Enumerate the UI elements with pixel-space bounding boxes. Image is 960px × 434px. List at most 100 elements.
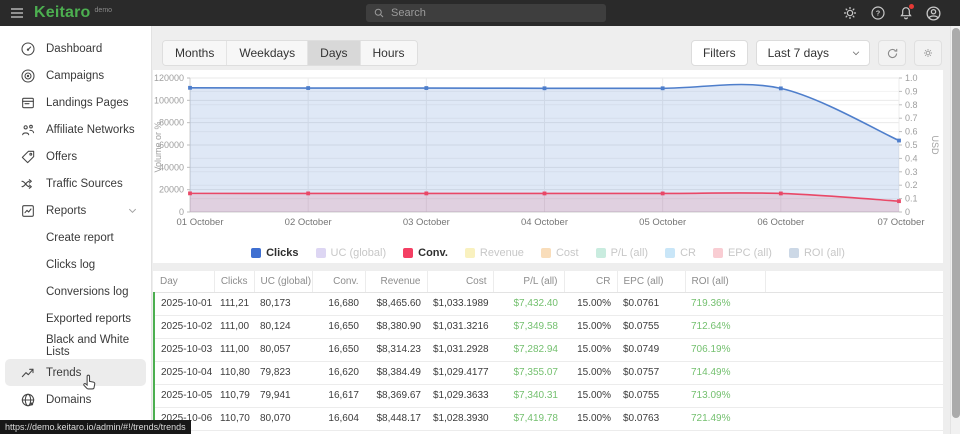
- table-cell: $1,031.2928: [427, 338, 493, 361]
- sidebar-item-offers[interactable]: Offers: [5, 143, 146, 170]
- search-placeholder: Search: [391, 7, 426, 19]
- table-cell: 2025-10-03: [154, 338, 214, 361]
- svg-text:0: 0: [905, 207, 910, 217]
- svg-text:?: ?: [875, 9, 880, 18]
- legend-item-clicks[interactable]: Clicks: [251, 247, 298, 259]
- column-header-clicks[interactable]: Clicks: [214, 271, 254, 292]
- sidebar: DashboardCampaignsLandings PagesAffiliat…: [0, 26, 152, 434]
- vertical-scrollbar: [950, 26, 960, 434]
- scrollbar-thumb[interactable]: [952, 28, 960, 418]
- table-cell: 2025-10-01: [154, 292, 214, 315]
- app-logo[interactable]: Keitaro: [34, 4, 91, 22]
- table-cell: $8,465.60: [365, 292, 427, 315]
- svg-text:0.6: 0.6: [905, 127, 918, 137]
- settings-gear-icon[interactable]: [841, 5, 858, 22]
- column-header-day[interactable]: Day: [154, 271, 214, 292]
- table-cell: 716.82%: [685, 430, 765, 434]
- dashboard-gauge-icon: [19, 40, 36, 57]
- legend-item-revenue[interactable]: Revenue: [465, 247, 524, 259]
- table-cell: 80,124: [254, 315, 312, 338]
- help-icon[interactable]: ?: [869, 5, 886, 22]
- sidebar-item-exported-reports[interactable]: Exported reports: [5, 305, 146, 332]
- legend-item-epc-all-[interactable]: EPC (all): [713, 247, 772, 259]
- table-cell: $7,419.78: [493, 407, 564, 430]
- svg-text:0.1: 0.1: [905, 194, 918, 204]
- account-icon[interactable]: [925, 5, 942, 22]
- svg-text:0.3: 0.3: [905, 167, 918, 177]
- sidebar-item-campaigns[interactable]: Campaigns: [5, 62, 146, 89]
- filters-button[interactable]: Filters: [691, 40, 748, 66]
- refresh-button[interactable]: [878, 40, 906, 66]
- table-cell: $0.0761: [617, 292, 685, 315]
- tab-weekdays[interactable]: Weekdays: [227, 41, 308, 65]
- legend-label: ROI (all): [804, 247, 845, 259]
- menu-icon[interactable]: [4, 0, 30, 26]
- sidebar-item-reports[interactable]: Reports: [5, 197, 146, 224]
- sidebar-item-traffic-sources[interactable]: Traffic Sources: [5, 170, 146, 197]
- status-url-tooltip: https://demo.keitaro.io/admin/#!/trends/…: [0, 420, 191, 434]
- domains-globe-icon: [19, 391, 36, 408]
- sidebar-item-black-and-white-lists[interactable]: Black and White Lists: [5, 332, 146, 359]
- trends-chart-card: 02000040000600008000010000012000000.10.2…: [153, 70, 943, 263]
- date-range-select[interactable]: Last 7 days: [756, 40, 870, 66]
- table-cell: 15.00%: [564, 384, 617, 407]
- tab-days[interactable]: Days: [308, 41, 360, 65]
- sidebar-item-landings-pages[interactable]: Landings Pages: [5, 89, 146, 116]
- sidebar-item-domains[interactable]: Domains: [5, 386, 146, 413]
- y-axis-label-right: USD: [930, 132, 940, 158]
- sidebar-item-label: Clicks log: [46, 259, 95, 271]
- table-header-row: DayClicksUC (global)Conv.RevenueCostP/L …: [154, 271, 943, 292]
- notifications-bell-icon[interactable]: [897, 5, 914, 22]
- sidebar-item-dashboard[interactable]: Dashboard: [5, 35, 146, 62]
- tab-months[interactable]: Months: [163, 41, 227, 65]
- legend-item-uc-global-[interactable]: UC (global): [316, 247, 387, 259]
- legend-item-cost[interactable]: Cost: [541, 247, 579, 259]
- topbar: Keitaro demo Search ?: [0, 0, 960, 26]
- sidebar-item-affiliate-networks[interactable]: Affiliate Networks: [5, 116, 146, 143]
- sidebar-item-conversions-log[interactable]: Conversions log: [5, 278, 146, 305]
- legend-item-p-l-all-[interactable]: P/L (all): [596, 247, 649, 259]
- table-cell: 80,173: [254, 292, 312, 315]
- table-cell: $1,031.3216: [427, 315, 493, 338]
- svg-text:05 October: 05 October: [639, 217, 686, 228]
- legend-label: Conv.: [418, 247, 448, 259]
- table-cell: 721.49%: [685, 407, 765, 430]
- sidebar-item-clicks-log[interactable]: Clicks log: [5, 251, 146, 278]
- legend-item-roi-all-[interactable]: ROI (all): [789, 247, 845, 259]
- table-cell: 15.00%: [564, 338, 617, 361]
- table-cell: $1,029.3633: [427, 384, 493, 407]
- trends-chart: 02000040000600008000010000012000000.10.2…: [153, 70, 943, 230]
- sidebar-item-label: Black and White Lists: [46, 334, 138, 358]
- search-input[interactable]: Search: [366, 4, 606, 22]
- legend-swatch: [316, 248, 326, 258]
- table-row: 2025-10-05110,7979,94116,617$8,369.67$1,…: [154, 384, 943, 407]
- column-header-conv-[interactable]: Conv.: [312, 271, 365, 292]
- table-cell: 111,21: [214, 292, 254, 315]
- table-cell: 16,680: [312, 292, 365, 315]
- legend-swatch: [403, 248, 413, 258]
- table-cell: 15.00%: [564, 292, 617, 315]
- topbar-actions: ?: [841, 0, 942, 26]
- column-header-roi-all-[interactable]: ROI (all): [685, 271, 765, 292]
- column-header-cr[interactable]: CR: [564, 271, 617, 292]
- column-header-revenue[interactable]: Revenue: [365, 271, 427, 292]
- column-header-p-l-all-[interactable]: P/L (all): [493, 271, 564, 292]
- sidebar-item-trends[interactable]: Trends: [5, 359, 146, 386]
- sidebar-item-create-report[interactable]: Create report: [5, 224, 146, 251]
- svg-text:0.9: 0.9: [905, 86, 918, 96]
- table-cell: 80,070: [254, 407, 312, 430]
- svg-text:0.7: 0.7: [905, 113, 918, 123]
- tab-hours[interactable]: Hours: [361, 41, 417, 65]
- legend-item-cr[interactable]: CR: [665, 247, 696, 259]
- legend-swatch: [465, 248, 475, 258]
- table-cell: 110,79: [214, 384, 254, 407]
- table-cell: 9,607: [312, 430, 365, 434]
- table-cell: $4,842.55: [365, 430, 427, 434]
- legend-swatch: [713, 248, 723, 258]
- column-header-epc-all-[interactable]: EPC (all): [617, 271, 685, 292]
- chart-settings-button[interactable]: [914, 40, 942, 66]
- legend-item-conv-[interactable]: Conv.: [403, 247, 448, 259]
- column-header-cost[interactable]: Cost: [427, 271, 493, 292]
- column-header-uc-global-[interactable]: UC (global): [254, 271, 312, 292]
- svg-text:120000: 120000: [154, 73, 184, 83]
